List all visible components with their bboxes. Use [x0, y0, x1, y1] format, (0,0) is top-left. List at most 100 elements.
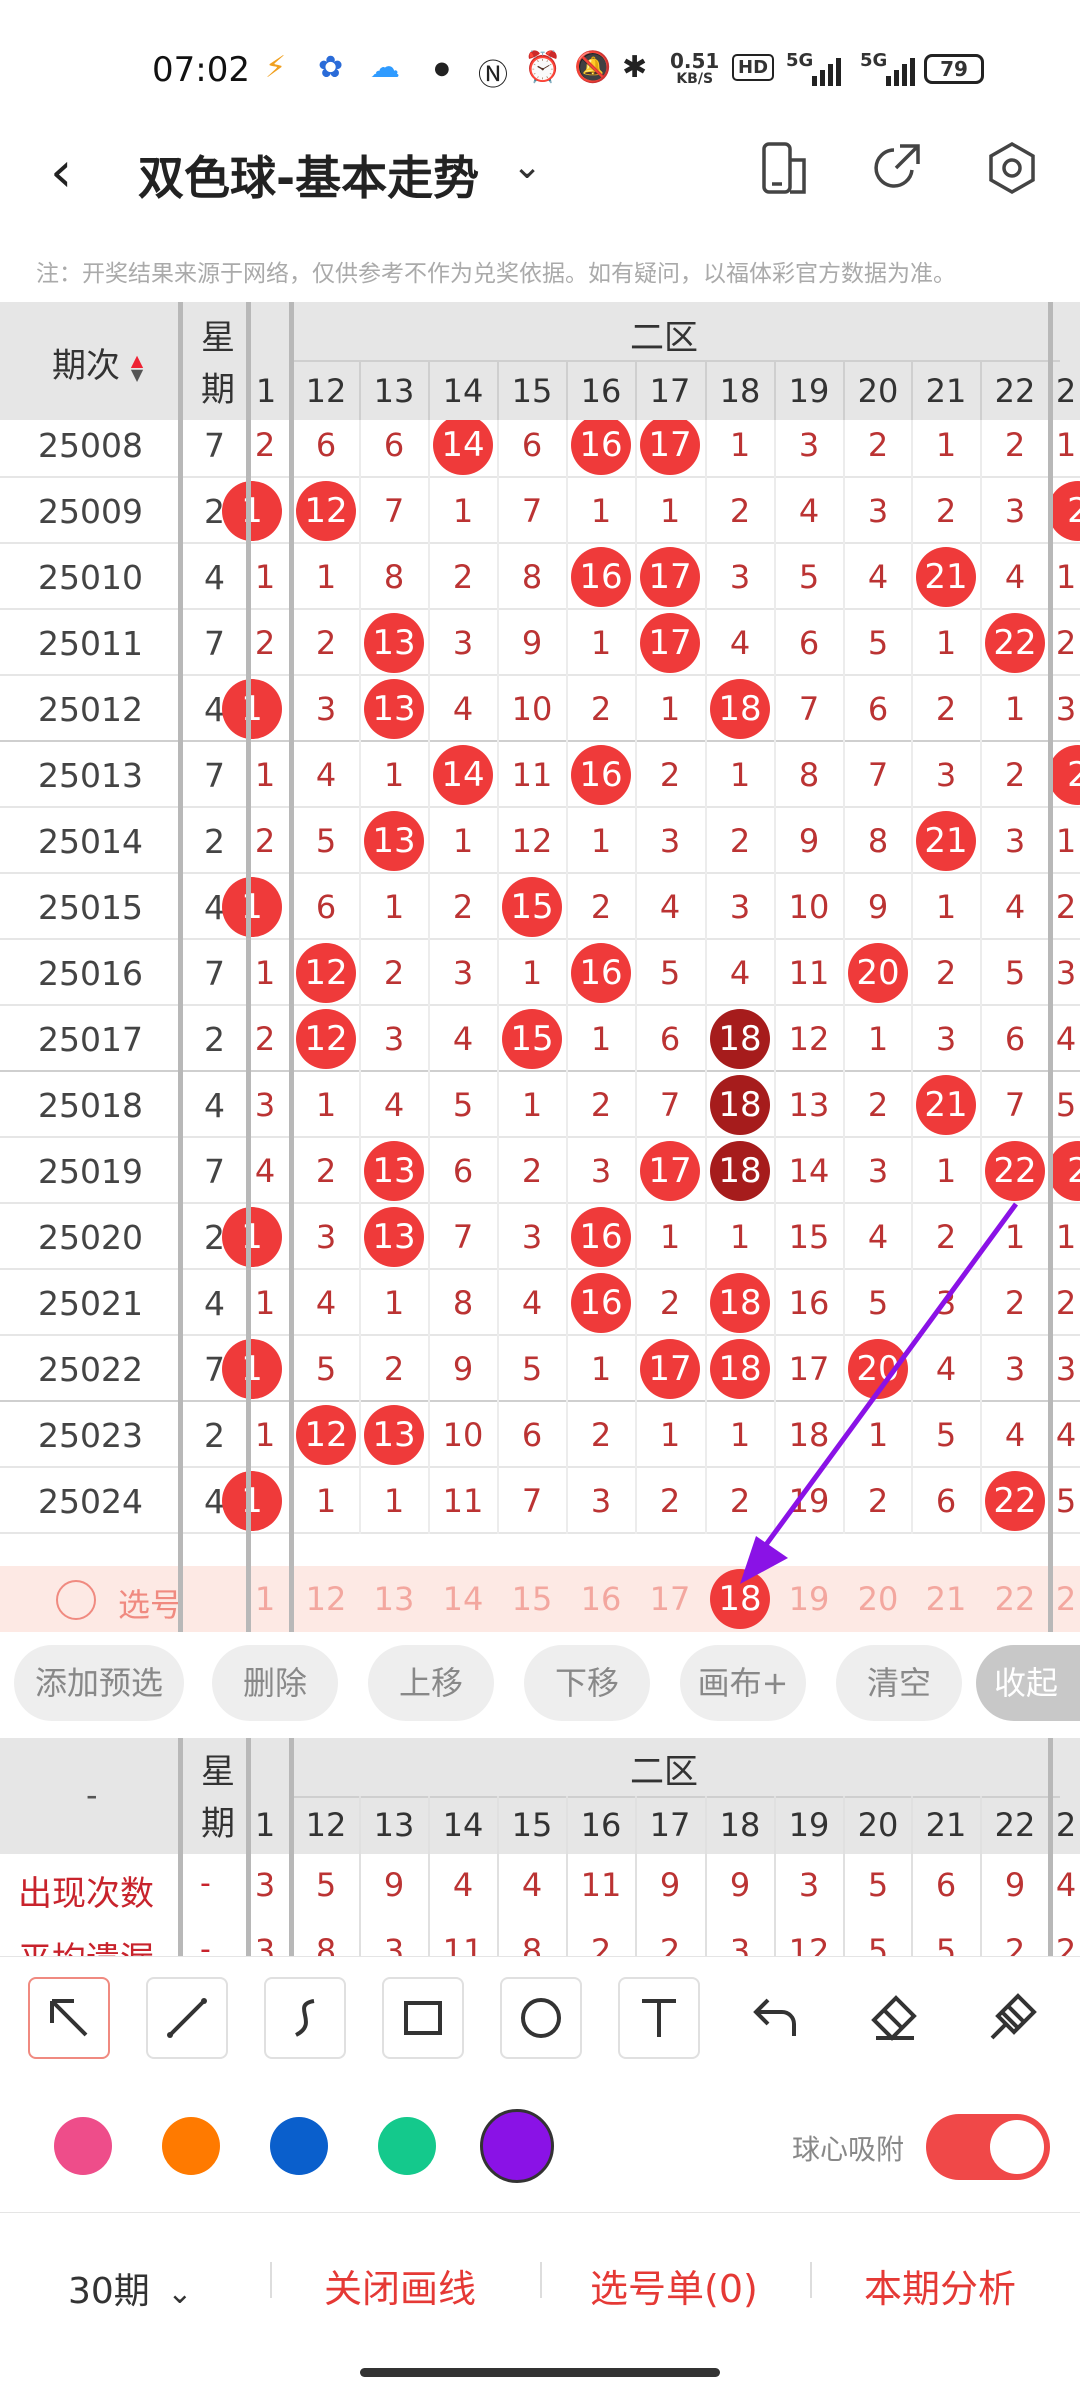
stat-cell: 5: [867, 1932, 889, 1956]
column-divider: [910, 1920, 913, 1956]
alarm-icon: ⏰: [524, 50, 562, 85]
column-divider: [979, 1920, 982, 1956]
signal-1-icon: [810, 56, 846, 90]
trend-table[interactable]: 期次 ▲ ▼ 星期 二区 1 12 13 14 15 16 17 18 19 20 21 22 2 250…: [0, 302, 1080, 1632]
stat-cell: 15: [511, 1806, 553, 1844]
circle-tool-icon[interactable]: [500, 1977, 582, 2059]
stat-cell: 9: [659, 1866, 681, 1904]
nfc-icon: Ⓝ: [478, 58, 508, 93]
color-swatch[interactable]: [270, 2117, 328, 2175]
column-divider: [565, 1920, 568, 1956]
toolbar-button[interactable]: 删除: [212, 1645, 338, 1721]
color-swatch-selected[interactable]: [480, 2109, 554, 2183]
status-time: 07:02: [152, 50, 250, 90]
drawn-arrow[interactable]: [0, 302, 1080, 1632]
stat-cell: 1: [254, 1806, 276, 1844]
separator: [289, 1738, 294, 1956]
column-divider: [496, 1854, 499, 1920]
stat-cell: 5: [867, 1866, 889, 1904]
column-divider: [773, 1920, 776, 1956]
action-toolbar: 添加预选 删除 上移 下移 画布+ 清空: [0, 1632, 1080, 1734]
column-divider: [842, 1796, 845, 1862]
stat-cell: 4: [452, 1866, 474, 1904]
chevron-down-icon[interactable]: ⌄: [512, 146, 542, 187]
column-divider: [842, 1854, 845, 1920]
column-divider: [358, 1920, 361, 1956]
snap-label: 球心吸附: [792, 2133, 905, 2166]
avg-miss-row: 3 8 3 11 8 2 2 3 12 5 5 2 2: [0, 1920, 1080, 1956]
stat-cell: 3: [254, 1866, 276, 1904]
stat-cell: 12: [305, 1806, 347, 1844]
toggle-knob: [990, 2120, 1044, 2174]
stat-cell: 13: [373, 1806, 415, 1844]
column-divider: [358, 1796, 361, 1862]
column-divider: [565, 1854, 568, 1920]
app-notify-icon: ⚡: [265, 50, 287, 85]
color-swatch[interactable]: [54, 2117, 112, 2175]
column-divider: [634, 1854, 637, 1920]
color-swatch[interactable]: [162, 2117, 220, 2175]
separator: [1048, 1738, 1053, 1956]
stat-cell: 6: [935, 1866, 957, 1904]
column-divider: [979, 1854, 982, 1920]
text-tool-icon[interactable]: [618, 1977, 700, 2059]
stat-cell: 2: [1055, 1932, 1077, 1956]
back-icon[interactable]: ‹: [50, 140, 72, 205]
column-divider: [496, 1796, 499, 1862]
column-divider: [634, 1920, 637, 1956]
stat-cell: 8: [521, 1932, 543, 1956]
undo-icon[interactable]: [748, 1990, 804, 2050]
curve-tool-icon[interactable]: [264, 1977, 346, 2059]
share-icon[interactable]: [868, 140, 924, 200]
column-divider: [634, 1796, 637, 1862]
signal-2-icon: [884, 56, 920, 90]
eraser-icon[interactable]: [866, 1990, 922, 2050]
panel-divider: [0, 2212, 1080, 2213]
settings-icon[interactable]: [984, 140, 1040, 200]
period-range-select[interactable]: 30期 ⌄: [68, 2262, 192, 2314]
stat-cell: 3: [383, 1932, 405, 1956]
weather-icon: ☁: [370, 50, 400, 85]
column-divider: [910, 1796, 913, 1862]
selection-list-button[interactable]: 选号单(0): [590, 2258, 758, 2313]
column-divider: [704, 1796, 707, 1862]
rectangle-tool-icon[interactable]: [382, 1977, 464, 2059]
bluetooth-icon: ✱: [622, 50, 648, 85]
stats-table: - 星期 二区 1 12 13 14 15 16 17 18 19 20 21 22 2 出现次数 - …: [0, 1738, 1080, 1956]
color-swatch[interactable]: [378, 2117, 436, 2175]
stat-cell: 8: [315, 1932, 337, 1956]
stat-cell: 21: [925, 1806, 967, 1844]
device-icon[interactable]: [760, 140, 808, 200]
stat-cell: 2: [590, 1932, 612, 1956]
close-lines-button[interactable]: 关闭画线: [324, 2258, 476, 2313]
toolbar-button[interactable]: 清空: [836, 1645, 962, 1721]
line-tool-icon[interactable]: [146, 1977, 228, 2059]
column-divider: [773, 1854, 776, 1920]
mute-icon: 🔕: [574, 50, 612, 85]
stat-cell: 12: [788, 1932, 830, 1956]
stat-cell: 3: [798, 1866, 820, 1904]
divider: [270, 2262, 272, 2298]
toolbar-button[interactable]: 下移: [524, 1645, 650, 1721]
collapse-button[interactable]: 收起: [976, 1645, 1080, 1721]
toolbar-button[interactable]: 上移: [368, 1645, 494, 1721]
snap-toggle[interactable]: [926, 2114, 1050, 2180]
period-analysis-button[interactable]: 本期分析: [864, 2258, 1016, 2313]
clear-brush-icon[interactable]: [984, 1990, 1040, 2050]
home-indicator: [360, 2368, 720, 2377]
separator: [246, 1738, 251, 1956]
column-divider: [704, 1920, 707, 1956]
toolbar-button[interactable]: 添加预选: [14, 1645, 184, 1721]
panel-divider: [0, 1956, 1080, 1957]
column-divider: [704, 1854, 707, 1920]
separator: [178, 1738, 183, 1956]
stat-cell: 9: [383, 1866, 405, 1904]
battery-icon: 79: [924, 54, 984, 84]
arrow-tool-icon[interactable]: [28, 1977, 110, 2059]
stat-cell: 4: [1055, 1866, 1077, 1904]
column-divider: [842, 1920, 845, 1956]
column-divider: [565, 1796, 568, 1862]
toolbar-button[interactable]: 画布+: [680, 1645, 806, 1721]
net-speed: 0.51 KB/S: [670, 51, 719, 88]
stat-cell: 14: [442, 1806, 484, 1844]
